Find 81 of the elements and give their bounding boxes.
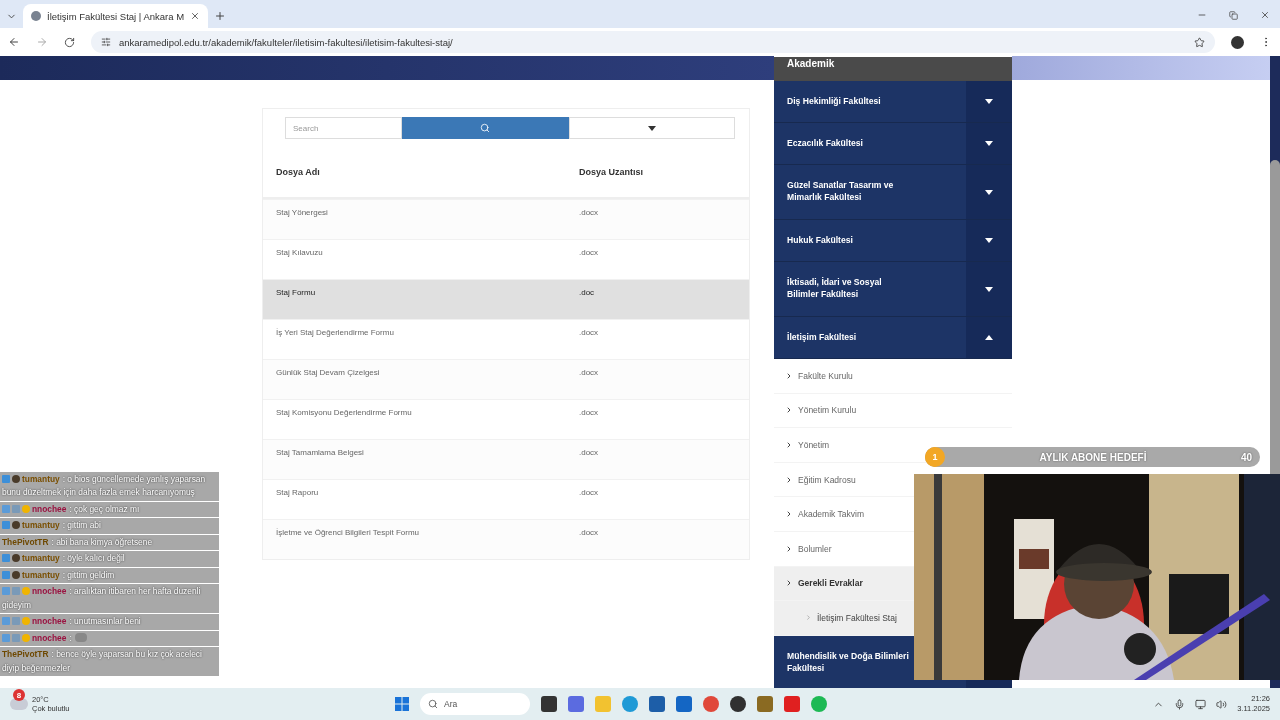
site-settings-icon[interactable]	[101, 37, 111, 47]
close-window-icon[interactable]	[1260, 10, 1270, 20]
file-extension-cell-text: .docx	[579, 328, 600, 339]
file-name-cell-text: Staj Komisyonu Değerlendirme Formu	[276, 408, 413, 419]
file-name-cell-text: İş Yeri Staj Değerlendirme Formu	[276, 328, 395, 339]
new-tab-icon[interactable]	[214, 10, 227, 22]
file-name-cell-text: Staj Raporu	[276, 488, 320, 499]
caret-up-icon[interactable]	[985, 335, 993, 340]
search-icon	[480, 123, 491, 133]
file-name-cell-text: İşletme ve Öğrenci Bilgileri Tespit Formu	[276, 528, 420, 539]
cube-badge-icon	[2, 521, 10, 529]
column-header[interactable]: Dosya Adı	[276, 167, 579, 177]
chevron-icon	[785, 406, 793, 415]
file-extension-cell-text: .docx	[579, 208, 600, 219]
file-name-cell-text: Staj Yönergesi	[276, 208, 329, 219]
file-name-cell-text: Staj Kılavuzu	[276, 248, 324, 259]
goal-target: 40	[1240, 451, 1253, 463]
file-extension-cell-text: .docx	[579, 368, 600, 379]
goal-count: 1	[925, 447, 945, 467]
close-tab-icon[interactable]	[190, 11, 201, 21]
microphone-icon[interactable]	[1174, 698, 1186, 710]
caret-down-icon[interactable]	[647, 125, 656, 131]
sidebar-heading: Akademik	[787, 59, 835, 69]
profile-avatar-icon[interactable]	[1231, 35, 1244, 49]
display-icon[interactable]	[1195, 698, 1207, 710]
restore-icon[interactable]	[1229, 10, 1238, 20]
reload-icon[interactable]	[64, 36, 75, 48]
chat-message: tumantuy : gittim abi	[0, 517, 219, 534]
chevron-icon	[785, 544, 793, 553]
square-badge-icon	[2, 504, 10, 513]
favicon-icon	[31, 11, 41, 21]
faculty-item[interactable]: Eczacılık Fakültesi	[787, 137, 915, 150]
table-row[interactable]: Staj Formu .doc	[263, 279, 749, 319]
chevron-icon	[785, 371, 793, 380]
chevron-icon	[785, 510, 793, 519]
column-header[interactable]: Dosya Uzantısı	[579, 167, 749, 177]
chat-message: nnochee : unutmasınlar beni	[0, 613, 219, 630]
square-badge-icon	[2, 587, 10, 595]
search-field[interactable]: Search	[285, 117, 402, 139]
coin-badge-icon	[22, 587, 30, 595]
file-name-cell-text: Staj Formu	[276, 288, 317, 299]
chat-message: ThePivotTR : bence öyle yaparsan bu kız çok aceleci diyip beğenmezler	[0, 646, 219, 676]
taskbar-search[interactable]: Ara	[420, 693, 530, 715]
caret-down-icon[interactable]	[985, 99, 993, 104]
chevron-icon	[805, 614, 812, 622]
check-badge-icon	[12, 587, 20, 595]
chat-message: nnochee : aralıktan itibaren her hafta duzenli gideyim	[0, 583, 219, 613]
goal-title: AYLIK ABONE HEDEFİ	[1038, 451, 1148, 463]
chevron-icon	[785, 579, 793, 588]
file-name-cell-text: Staj Tamamlama Belgesi	[276, 448, 365, 459]
file-extension-cell-text: .docx	[579, 408, 600, 419]
file-extension-cell-text: .docx	[579, 248, 600, 259]
coin-badge-icon	[22, 504, 30, 513]
file-extension-cell-text: .docx	[579, 448, 600, 459]
chat-message: tumantuy : öyle kalıcı değil	[0, 550, 219, 567]
file-extension-cell-text: .docx	[579, 488, 600, 499]
scrollbar-thumb[interactable]	[1270, 160, 1280, 474]
faculty-item[interactable]: Hukuk Fakültesi	[787, 234, 915, 247]
chevron-icon	[785, 441, 793, 449]
start-icon[interactable]	[395, 697, 409, 711]
volume-icon[interactable]	[1216, 698, 1228, 710]
browser-tab[interactable]: İletişim Fakültesi Staj | Ankara M	[23, 4, 209, 28]
caret-down-icon[interactable]	[985, 238, 993, 243]
chevron-icon	[785, 475, 793, 484]
file-name-cell-text: Günlük Staj Devam Çizelgesi	[276, 368, 381, 379]
round-badge-icon	[12, 474, 20, 483]
notification-badge: 8	[13, 689, 25, 701]
file-extension-cell-text: .doc	[579, 288, 596, 299]
bookmark-star-icon[interactable]	[1194, 36, 1205, 48]
round-badge-icon	[12, 521, 20, 529]
file-extension-cell-text: .docx	[579, 528, 600, 539]
search-icon	[428, 699, 438, 709]
faculty-item[interactable]: İletişim Fakültesi	[787, 331, 915, 344]
caret-down-icon[interactable]	[985, 141, 993, 146]
address-bar[interactable]: ankaramedipol.edu.tr/akademik/fakulteler/iletisim-fakultesi/iletisim-fakultesi-staj/	[91, 31, 1215, 53]
back-icon[interactable]	[8, 36, 20, 48]
caret-down-icon[interactable]	[985, 189, 993, 195]
caret-down-icon[interactable]	[985, 286, 993, 292]
check-badge-icon	[12, 504, 20, 513]
faculty-item[interactable]: Diş Hekimliği Fakültesi	[787, 95, 915, 108]
cube-badge-icon	[2, 474, 10, 483]
